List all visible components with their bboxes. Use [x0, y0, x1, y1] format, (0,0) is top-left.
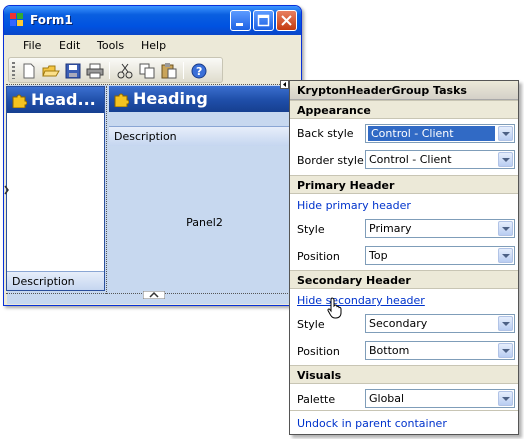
header-title-left: Head...: [31, 90, 96, 109]
save-icon[interactable]: [64, 62, 82, 79]
undock-link[interactable]: Undock in parent container: [297, 417, 447, 430]
primary-position-label: Position: [297, 250, 340, 263]
header-group-right[interactable]: Heading Description Panel2: [109, 86, 300, 291]
primary-style-label: Style: [297, 223, 325, 236]
chevron-down-icon[interactable]: [498, 221, 513, 236]
splitter-line[interactable]: [106, 86, 107, 294]
toolbar-grip[interactable]: [12, 62, 15, 79]
palette-label: Palette: [297, 393, 336, 406]
border-style-value: Control - Client: [369, 153, 452, 166]
chevron-down-icon[interactable]: [498, 152, 513, 167]
secondary-header-right[interactable]: Description: [109, 126, 300, 146]
title-bar[interactable]: Form1: [4, 6, 301, 35]
toolbar-separator: [109, 62, 110, 79]
header-group-tasks-panel: KryptonHeaderGroup Tasks Appearance Back…: [289, 80, 519, 435]
section-visuals-label: Visuals: [297, 369, 342, 382]
cut-icon[interactable]: [116, 62, 134, 79]
svg-text:?: ?: [196, 65, 202, 78]
menu-bar: File Edit Tools Help: [7, 35, 300, 57]
secondary-header-left[interactable]: Description: [7, 271, 104, 290]
secondary-position-label: Position: [297, 345, 340, 358]
secondary-style-combo[interactable]: Secondary: [365, 314, 515, 333]
puzzle-icon: [114, 93, 129, 107]
section-appearance: Appearance: [290, 100, 518, 119]
panel2-label: Panel2: [186, 216, 223, 229]
close-button[interactable]: [276, 10, 297, 31]
menu-help[interactable]: Help: [141, 39, 166, 52]
minimize-icon: [236, 23, 243, 26]
toolbar-separator: [183, 62, 184, 79]
back-style-value: Control - Client: [368, 126, 495, 141]
window-title: Form1: [30, 13, 73, 27]
section-primary-header: Primary Header: [290, 175, 518, 194]
chevron-down-icon[interactable]: [498, 248, 513, 263]
tasks-title-bar: KryptonHeaderGroup Tasks: [290, 81, 518, 100]
hide-secondary-header-link[interactable]: Hide secondary header: [297, 294, 425, 307]
header-title-right: Heading: [133, 89, 208, 108]
open-icon[interactable]: [42, 62, 60, 79]
primary-header-right[interactable]: Heading: [109, 86, 300, 112]
secondary-position-combo[interactable]: Bottom: [365, 341, 515, 360]
print-icon[interactable]: [86, 62, 104, 79]
smart-tag-glyph-icon[interactable]: [280, 80, 289, 89]
chevron-down-icon[interactable]: [498, 316, 513, 331]
back-style-label: Back style: [297, 127, 354, 140]
menu-edit[interactable]: Edit: [59, 39, 80, 52]
back-style-combo[interactable]: Control - Client: [365, 124, 515, 143]
section-visuals: Visuals: [290, 365, 518, 384]
help-icon[interactable]: ?: [190, 62, 208, 79]
hide-primary-header-link[interactable]: Hide primary header: [297, 199, 411, 212]
selection-outline-top: [6, 84, 300, 85]
header-group-left[interactable]: Head... Description: [6, 86, 105, 291]
maximize-icon: [257, 14, 270, 27]
chevron-down-icon[interactable]: [498, 343, 513, 358]
section-primary-label: Primary Header: [297, 179, 395, 192]
secondary-position-value: Bottom: [369, 344, 410, 357]
secondary-style-label: Style: [297, 318, 325, 331]
secondary-style-value: Secondary: [369, 317, 428, 330]
minimize-button[interactable]: [230, 10, 251, 31]
primary-position-value: Top: [369, 249, 388, 262]
palette-value: Global: [369, 392, 405, 405]
primary-header-left[interactable]: Head...: [7, 87, 104, 113]
maximize-button[interactable]: [253, 10, 274, 31]
section-secondary-header: Secondary Header: [290, 270, 518, 289]
primary-style-combo[interactable]: Primary: [365, 219, 515, 238]
tasks-title: KryptonHeaderGroup Tasks: [297, 84, 467, 97]
divider: [290, 410, 518, 411]
chevron-down-icon[interactable]: [498, 391, 513, 406]
primary-style-value: Primary: [369, 222, 412, 235]
form-icon: [10, 13, 24, 27]
border-style-label: Border style: [297, 154, 364, 167]
resize-chevron-icon[interactable]: [143, 291, 165, 299]
left-chevron-icon[interactable]: [4, 182, 10, 198]
palette-combo[interactable]: Global: [365, 389, 515, 408]
menu-file[interactable]: File: [23, 39, 41, 52]
description-left: Description: [12, 275, 75, 288]
toolbar: ?: [8, 57, 223, 83]
section-appearance-label: Appearance: [297, 104, 371, 117]
paste-icon[interactable]: [160, 62, 178, 79]
section-secondary-label: Secondary Header: [297, 274, 411, 287]
new-icon[interactable]: [20, 62, 38, 79]
border-style-combo[interactable]: Control - Client: [365, 150, 515, 169]
close-icon: [281, 15, 292, 26]
chevron-down-icon[interactable]: [498, 126, 513, 141]
copy-icon[interactable]: [138, 62, 156, 79]
hand-cursor-icon: [327, 297, 342, 319]
menu-tools[interactable]: Tools: [97, 39, 124, 52]
description-right: Description: [114, 130, 177, 143]
primary-position-combo[interactable]: Top: [365, 246, 515, 265]
puzzle-icon: [12, 94, 27, 108]
